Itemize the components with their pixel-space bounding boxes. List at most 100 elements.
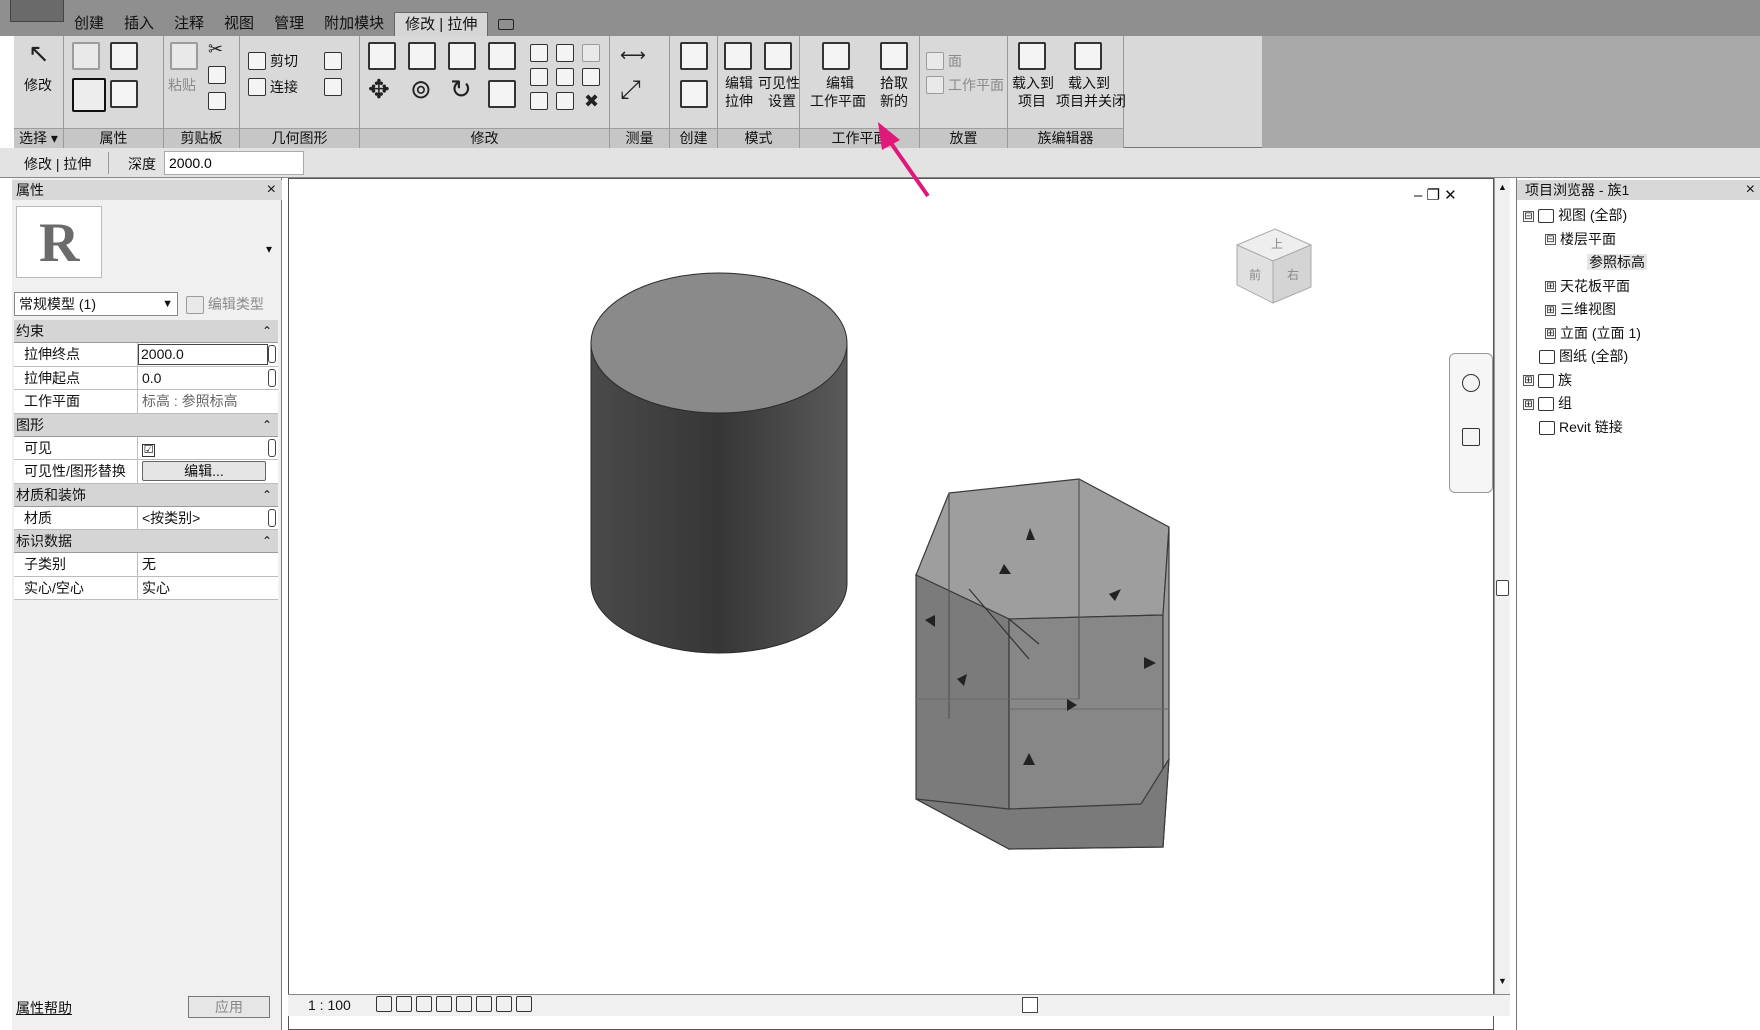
tree-node-ceiling-plans[interactable]: ⊞ 天花板平面	[1523, 275, 1647, 299]
visual-style-icon[interactable]	[396, 996, 412, 1012]
tab-annotate[interactable]: 注释	[164, 12, 214, 36]
trim-single-icon[interactable]	[530, 92, 548, 110]
extrusion-end-input[interactable]: 2000.0	[138, 344, 268, 365]
trim-extend-icon[interactable]	[488, 80, 516, 108]
properties-help-link[interactable]: 属性帮助	[16, 998, 72, 1018]
solid-void-value[interactable]: 实心	[138, 577, 278, 600]
subcategory-value[interactable]: 无	[138, 553, 278, 576]
family-category-icon[interactable]	[72, 42, 100, 70]
collapse-icon[interactable]: ⌃	[262, 320, 272, 342]
tab-view[interactable]: 视图	[214, 12, 264, 36]
view-scale[interactable]: 1 : 100	[308, 997, 351, 1013]
expand-toggle-icon[interactable]: ⊞	[1545, 328, 1556, 340]
close-icon[interactable]: ×	[267, 180, 276, 200]
view-cube-right-label[interactable]: 右	[1287, 267, 1299, 282]
array-icon[interactable]	[530, 68, 548, 86]
detail-level-icon[interactable]	[376, 996, 392, 1012]
split-gap-icon[interactable]	[556, 44, 574, 62]
cut-scissors-icon[interactable]: ✂	[208, 40, 223, 60]
tree-node-floor-plans[interactable]: ⊟ 楼层平面	[1523, 228, 1647, 252]
workplane-place-icon[interactable]	[926, 76, 944, 94]
edit-workplane-icon[interactable]	[822, 42, 850, 70]
expand-toggle-icon[interactable]: ⊞	[1523, 375, 1534, 387]
navigation-bar[interactable]	[1449, 353, 1493, 493]
viewport-window-controls[interactable]: – ❐ ✕	[1414, 186, 1457, 204]
extrusion-start-value[interactable]: 0.0	[138, 367, 278, 390]
tree-node-ref-level[interactable]: 参照标高	[1523, 251, 1647, 275]
move-icon[interactable]: ✥	[368, 76, 390, 104]
shadows-icon[interactable]	[436, 996, 452, 1012]
view-cube-front-label[interactable]: 前	[1249, 267, 1261, 282]
visible-checkbox[interactable]: ☑	[142, 443, 155, 457]
scale-icon[interactable]	[556, 68, 574, 86]
tree-node-views[interactable]: ⊟ 视图 (全部)	[1523, 204, 1647, 228]
face-icon[interactable]	[926, 52, 944, 70]
align-icon[interactable]	[368, 42, 396, 70]
3d-viewport[interactable]: 上 前 右	[288, 178, 1494, 1030]
zoom-icon[interactable]	[1462, 428, 1480, 446]
create-similar-icon[interactable]	[680, 42, 708, 70]
visibility-settings-icon[interactable]	[764, 42, 792, 70]
collapse-toggle-icon[interactable]: ⊟	[1545, 234, 1556, 246]
sun-path-icon[interactable]	[416, 996, 432, 1012]
delete-icon[interactable]: ✖	[584, 92, 599, 112]
scroll-up-icon[interactable]: ▲	[1498, 182, 1507, 192]
edit-extrusion-icon[interactable]	[724, 42, 752, 70]
view-cube-top-label[interactable]: 上	[1271, 237, 1283, 251]
application-menu-button[interactable]	[10, 0, 64, 22]
tab-modify-extrusion[interactable]: 修改 | 拉伸	[394, 12, 489, 36]
expand-toggle-icon[interactable]: ⊞	[1545, 281, 1556, 293]
tab-addins[interactable]: 附加模块	[314, 12, 394, 36]
split-face-icon[interactable]	[324, 78, 342, 96]
load-and-close-icon[interactable]	[1074, 42, 1102, 70]
tree-node-elevations[interactable]: ⊞ 立面 (立面 1)	[1523, 322, 1647, 346]
rotate-icon[interactable]: ↻	[450, 76, 472, 104]
hexagonal-prism-solid[interactable]	[915, 478, 1170, 851]
offset-icon[interactable]	[408, 42, 436, 70]
ribbon-minimize-toggle-icon[interactable]	[488, 12, 534, 36]
vertical-scrollbar[interactable]: ▲ ▼	[1494, 178, 1510, 994]
mirror-draw-icon[interactable]	[488, 42, 516, 70]
render-icon[interactable]	[456, 996, 472, 1012]
pick-new-workplane-icon[interactable]	[880, 42, 908, 70]
show-crop-icon[interactable]	[496, 996, 512, 1012]
close-icon[interactable]: ✕	[1444, 187, 1457, 204]
collapse-icon[interactable]: ⌃	[262, 484, 272, 506]
view-cube[interactable]: 上 前 右	[1235, 228, 1313, 304]
split-element-icon[interactable]	[530, 44, 548, 62]
depth-input[interactable]	[164, 151, 304, 175]
family-types-icon[interactable]	[110, 42, 138, 70]
chevron-down-icon[interactable]: ▾	[266, 242, 272, 256]
expand-toggle-icon[interactable]: ⊞	[1545, 304, 1556, 316]
modify-button[interactable]: 修改	[24, 76, 52, 94]
tab-create[interactable]: 创建	[64, 12, 114, 36]
collapse-toggle-icon[interactable]: ⊟	[1523, 210, 1534, 222]
edit-extrusion-label-1[interactable]: 编辑	[725, 74, 753, 92]
edit-workplane-label-2[interactable]: 工作平面	[810, 92, 866, 110]
pick-new-label-1[interactable]: 拾取	[880, 74, 908, 92]
edit-workplane-label-1[interactable]: 编辑	[826, 74, 854, 92]
row-handle[interactable]	[268, 508, 276, 527]
group-identity[interactable]: 标识数据 ⌃	[14, 530, 278, 553]
tab-insert[interactable]: 插入	[114, 12, 164, 36]
row-handle[interactable]	[268, 368, 276, 387]
aligned-dimension-icon[interactable]: ⤢	[620, 76, 641, 104]
tab-manage[interactable]: 管理	[264, 12, 314, 36]
minimize-icon[interactable]: –	[1414, 187, 1422, 204]
temporary-hide-icon[interactable]	[516, 996, 532, 1012]
tree-node-revit-links[interactable]: Revit 链接	[1523, 416, 1647, 440]
join-geometry-icon[interactable]	[248, 78, 266, 96]
pick-new-label-2[interactable]: 新的	[880, 92, 908, 110]
restore-icon[interactable]: ❐	[1427, 187, 1440, 204]
paste-button[interactable]: 粘贴	[168, 76, 196, 94]
material-value[interactable]: <按类别>	[138, 507, 278, 530]
load-into-project-label-1[interactable]: 载入到	[1012, 74, 1054, 92]
cylinder-solid[interactable]	[590, 272, 848, 654]
crop-view-icon[interactable]	[476, 996, 492, 1012]
panel-label-select[interactable]: 选择 ▾	[14, 128, 63, 148]
trim-multiple-icon[interactable]	[556, 92, 574, 110]
group-constraints[interactable]: 约束 ⌃	[14, 320, 278, 343]
pin-icon[interactable]	[582, 68, 600, 86]
match-properties-icon[interactable]	[208, 92, 226, 110]
horizontal-scrollbar-thumb[interactable]	[1022, 997, 1038, 1013]
